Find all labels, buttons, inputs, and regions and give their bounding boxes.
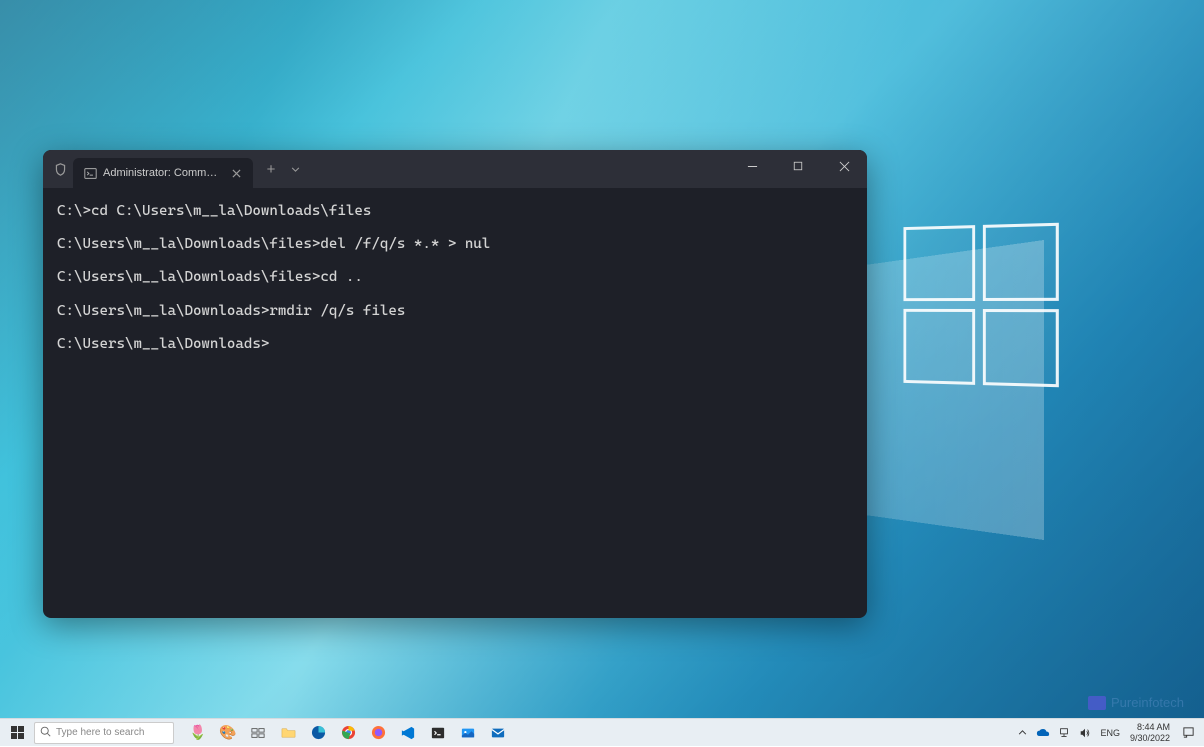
taskbar-app-vscode[interactable] [394, 719, 422, 747]
desktop-background: Administrator: Command Pror + [0, 0, 1204, 718]
tab-close-button[interactable] [229, 166, 243, 180]
notification-center-button[interactable] [1176, 722, 1200, 744]
terminal-line: C:\Users\m__la\Downloads>rmdir /q/s file… [57, 300, 853, 323]
taskbar-app-mail[interactable] [484, 719, 512, 747]
clock-time: 8:44 AM [1130, 722, 1170, 733]
taskbar-app-chrome[interactable] [334, 719, 362, 747]
terminal-line: C:\Users\m__la\Downloads> [57, 333, 853, 356]
taskbar-app-news[interactable]: 🌷 [184, 719, 212, 747]
language-indicator[interactable]: ENG [1096, 728, 1124, 738]
search-icon [40, 726, 51, 740]
taskbar-app-explorer[interactable] [274, 719, 302, 747]
taskbar-app-firefox[interactable] [364, 719, 392, 747]
watermark-text: Pureinfotech [1111, 695, 1184, 710]
taskbar: Type here to search 🌷 🎨 [0, 718, 1204, 746]
taskbar-apps: 🌷 🎨 [184, 719, 512, 747]
new-tab-button[interactable]: + [257, 155, 285, 183]
close-window-button[interactable] [821, 150, 867, 182]
minimize-button[interactable] [729, 150, 775, 182]
taskbar-clock[interactable]: 8:44 AM 9/30/2022 [1125, 722, 1175, 744]
tray-onedrive-icon[interactable] [1033, 722, 1053, 744]
window-controls [729, 150, 867, 182]
clock-date: 9/30/2022 [1130, 733, 1170, 744]
tray-volume-icon[interactable] [1075, 722, 1095, 744]
window-titlebar[interactable]: Administrator: Command Pror + [43, 150, 867, 188]
terminal-window[interactable]: Administrator: Command Pror + [43, 150, 867, 618]
tray-overflow-button[interactable] [1012, 722, 1032, 744]
taskbar-app-widgets[interactable]: 🎨 [214, 719, 242, 747]
windows-start-icon [11, 726, 24, 739]
taskbar-app-taskview[interactable] [244, 719, 272, 747]
tray-network-icon[interactable] [1054, 722, 1074, 744]
terminal-line: C:\Users\m__la\Downloads\files>del /f/q/… [57, 233, 853, 256]
tab-title: Administrator: Command Pror [103, 167, 223, 179]
taskbar-app-terminal[interactable] [424, 719, 452, 747]
taskbar-search[interactable]: Type here to search [34, 722, 174, 744]
windows-logo-decoration [903, 223, 1058, 388]
watermark: Pureinfotech [1088, 695, 1184, 710]
terminal-tab[interactable]: Administrator: Command Pror [73, 158, 253, 188]
admin-shield-icon [53, 162, 67, 176]
taskbar-app-edge[interactable] [304, 719, 332, 747]
terminal-content-area[interactable]: C:\>cd C:\Users\m__la\Downloads\files C:… [43, 188, 867, 618]
start-button[interactable] [0, 719, 34, 747]
terminal-line: C:\>cd C:\Users\m__la\Downloads\files [57, 200, 853, 223]
search-placeholder: Type here to search [56, 727, 144, 738]
maximize-button[interactable] [775, 150, 821, 182]
terminal-line: C:\Users\m__la\Downloads\files>cd .. [57, 266, 853, 289]
taskbar-app-photos[interactable] [454, 719, 482, 747]
system-tray: ENG 8:44 AM 9/30/2022 [1012, 722, 1204, 744]
cmd-icon [83, 166, 97, 180]
tab-dropdown-button[interactable] [285, 155, 305, 183]
watermark-icon [1088, 696, 1106, 710]
